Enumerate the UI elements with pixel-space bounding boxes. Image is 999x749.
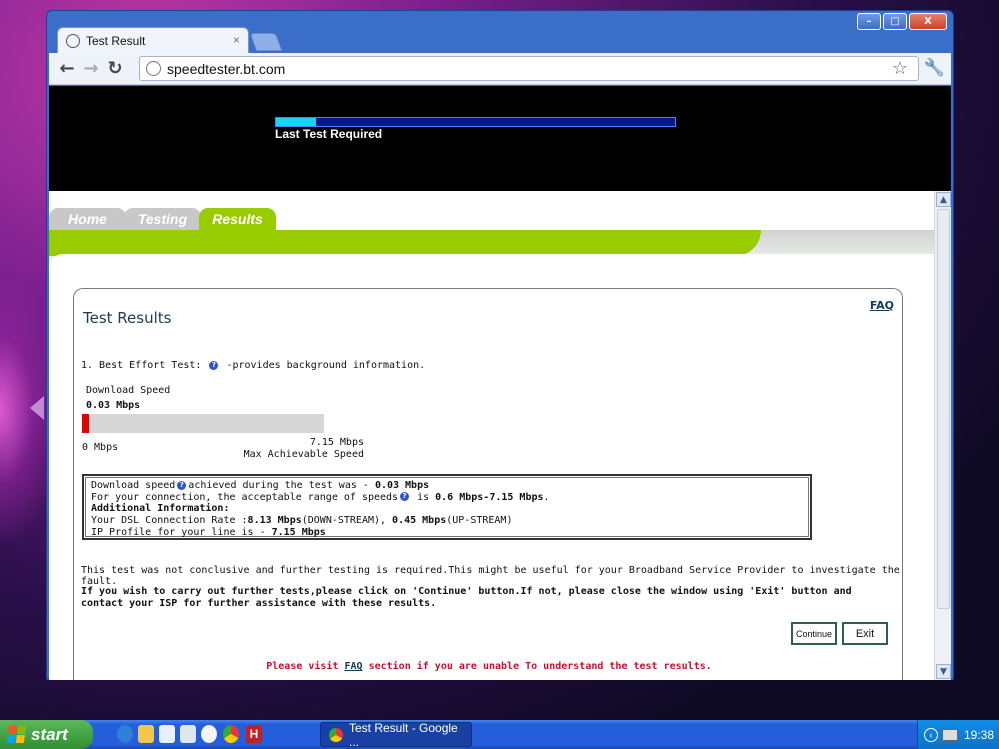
scroll-thumb[interactable] bbox=[937, 209, 950, 609]
scale-min-label: 0 Mbps bbox=[82, 442, 119, 453]
tab-title: Test Result bbox=[86, 33, 146, 48]
info-line-download: Download speed? achieved during the test … bbox=[91, 480, 430, 491]
test-line-prefix: 1. Best Effort Test: bbox=[81, 360, 208, 371]
info-line-range: For your connection, the acceptable rang… bbox=[91, 491, 550, 503]
system-tray: ‹ 19:38 bbox=[917, 720, 999, 749]
forward-arrow-icon[interactable]: → bbox=[79, 58, 103, 79]
reload-icon[interactable]: ↻ bbox=[103, 58, 127, 79]
browser-window: – □ X Test Result × ← → ↻ speedtester.bt… bbox=[46, 10, 954, 680]
minimize-button[interactable]: – bbox=[857, 13, 881, 30]
visit-faq-notice: Please visit FAQ section if you are unab… bbox=[266, 661, 712, 672]
header-green-band bbox=[49, 230, 761, 256]
folder-icon[interactable] bbox=[138, 725, 154, 743]
chrome-icon[interactable] bbox=[223, 725, 239, 743]
info-box: Download speed? achieved during the test … bbox=[82, 474, 812, 540]
continue-button[interactable]: Continue bbox=[791, 622, 837, 645]
maximize-button[interactable]: □ bbox=[883, 13, 907, 30]
address-bar[interactable]: speedtester.bt.com ☆ bbox=[139, 56, 919, 81]
close-window-button[interactable]: X bbox=[909, 13, 947, 30]
tab-home[interactable]: Home bbox=[49, 208, 126, 230]
window-controls: – □ X bbox=[857, 13, 947, 30]
tray-expand-icon[interactable]: ‹ bbox=[924, 727, 938, 742]
desktop-arrow-icon bbox=[30, 396, 44, 420]
wrench-icon[interactable]: 🔧 bbox=[924, 58, 945, 78]
info-box-inner: Download speed? achieved during the test … bbox=[85, 477, 809, 538]
browser-toolbar: ← → ↻ speedtester.bt.com ☆ 🔧 bbox=[49, 53, 951, 85]
vertical-scrollbar[interactable]: ▲ ▼ bbox=[934, 191, 951, 680]
best-effort-line: 1. Best Effort Test: ? -provides backgro… bbox=[81, 360, 425, 371]
speed-bar-fill bbox=[82, 414, 90, 433]
test-progress-fill bbox=[276, 118, 316, 126]
inconclusive-text: This test was not conclusive and further… bbox=[81, 565, 900, 587]
info-line-additional: Additional Information: bbox=[91, 503, 230, 515]
h-app-icon[interactable]: H bbox=[246, 725, 262, 743]
browser-tab[interactable]: Test Result × bbox=[57, 27, 249, 53]
info-line-ip-profile: IP Profile for your line is - 7.15 Mbps bbox=[91, 526, 326, 538]
back-arrow-icon[interactable]: ← bbox=[55, 58, 79, 79]
notes-icon[interactable] bbox=[180, 725, 196, 743]
printer-icon[interactable] bbox=[942, 728, 958, 741]
scroll-up-icon[interactable]: ▲ bbox=[936, 192, 951, 207]
max-achievable-label: Max Achievable Speed bbox=[243, 449, 364, 460]
download-speed-value: 0.03 Mbps bbox=[86, 400, 141, 411]
task-item-label: Test Result - Google ... bbox=[349, 720, 458, 749]
bookmark-star-icon[interactable]: ☆ bbox=[892, 58, 908, 79]
url-text: speedtester.bt.com bbox=[167, 60, 286, 77]
instructions-text: If you wish to carry out further tests,p… bbox=[81, 586, 852, 609]
document-icon[interactable] bbox=[159, 725, 175, 743]
exit-button[interactable]: Exit bbox=[842, 622, 888, 645]
ie-icon[interactable] bbox=[117, 725, 133, 743]
globe-icon bbox=[66, 33, 80, 48]
header-swoop bbox=[49, 254, 934, 268]
info-line-dsl-rate: Your DSL Connection Rate :8.13 Mbps(DOWN… bbox=[91, 515, 513, 527]
faq-bottom-link[interactable]: FAQ bbox=[345, 661, 363, 672]
tab-results[interactable]: Results bbox=[199, 208, 276, 230]
results-panel: FAQ Test Results 1. Best Effort Test: ? … bbox=[73, 288, 903, 680]
page-viewport: Last Test Required Home Testing Results … bbox=[49, 86, 951, 680]
start-label: start bbox=[31, 724, 68, 744]
tab-close-icon[interactable]: × bbox=[233, 33, 240, 47]
windows-logo-icon bbox=[6, 726, 27, 743]
help-icon[interactable]: ? bbox=[209, 360, 219, 370]
faq-link[interactable]: FAQ bbox=[870, 299, 894, 312]
taskbar-chrome-item[interactable]: Test Result - Google ... bbox=[320, 720, 472, 749]
speed-bar bbox=[82, 414, 324, 433]
site-nav-tabs: Home Testing Results bbox=[49, 208, 276, 230]
taskbar: start H Test Result - Google ... ‹ 19:38 bbox=[0, 720, 999, 749]
page-globe-icon bbox=[146, 61, 161, 76]
media-player-icon[interactable] bbox=[201, 725, 217, 743]
help-icon[interactable]: ? bbox=[177, 480, 187, 490]
chrome-icon bbox=[329, 727, 343, 742]
test-progress-bar bbox=[275, 117, 676, 127]
page-title: Test Results bbox=[83, 309, 172, 327]
start-button[interactable]: start bbox=[0, 720, 93, 749]
scale-max-label: 7.15 Mbps bbox=[309, 437, 364, 448]
download-speed-label: Download Speed bbox=[86, 385, 171, 396]
help-icon[interactable]: ? bbox=[400, 492, 410, 502]
progress-label: Last Test Required bbox=[275, 127, 383, 141]
scroll-down-icon[interactable]: ▼ bbox=[936, 664, 951, 679]
new-tab-button[interactable] bbox=[249, 33, 283, 51]
test-line-suffix: -provides background information. bbox=[220, 360, 426, 371]
clock: 19:38 bbox=[964, 727, 995, 742]
tab-testing[interactable]: Testing bbox=[124, 208, 201, 230]
header-banner: Last Test Required bbox=[49, 86, 951, 191]
